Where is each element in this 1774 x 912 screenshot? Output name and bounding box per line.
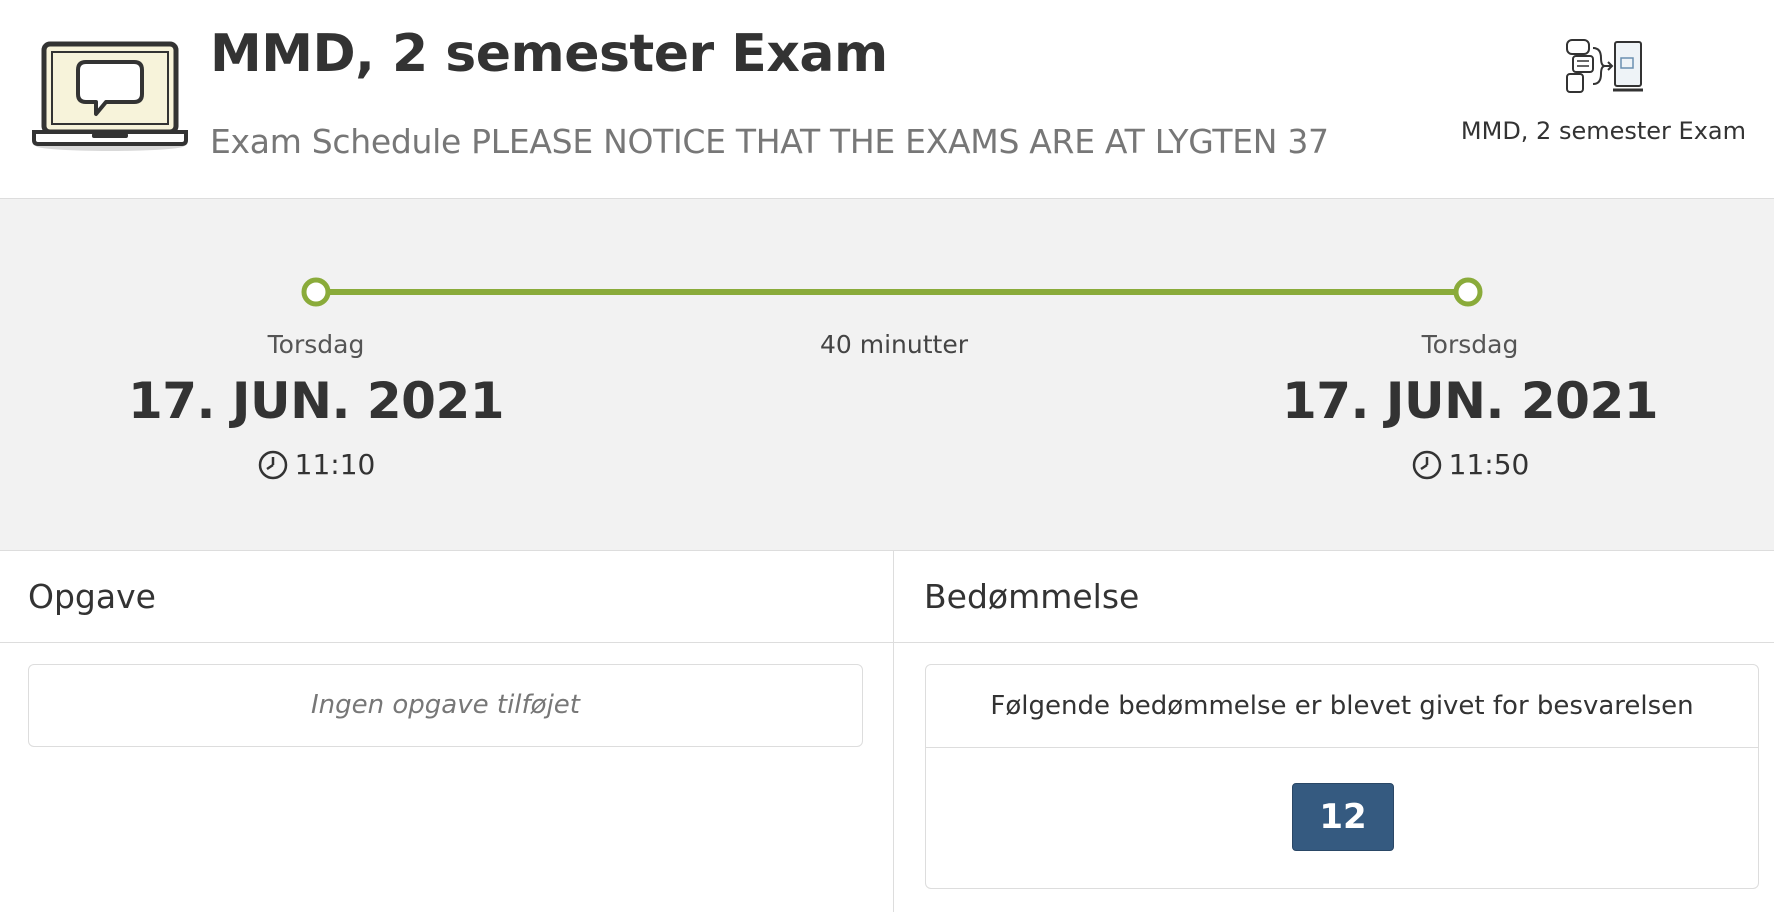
exam-header: MMD, 2 semester Exam Exam Schedule PLEAS… xyxy=(0,0,1774,199)
exam-schedule: Torsdag 17. JUN. 2021 11:10 40 minutter … xyxy=(0,199,1774,551)
start-date: 17. JUN. 2021 xyxy=(127,372,505,430)
timeline-start-marker xyxy=(301,277,331,307)
grade-info-text: Følgende bedømmelse er blevet givet for … xyxy=(926,665,1758,748)
end-time: 11:50 xyxy=(1448,448,1530,481)
clock-icon xyxy=(258,450,287,480)
laptop-chat-icon xyxy=(32,41,188,151)
grade-badge: 12 xyxy=(1292,783,1394,851)
start-time-row: 11:10 xyxy=(106,445,526,485)
grading-heading: Bedømmelse xyxy=(894,551,1774,643)
page-subtitle: Exam Schedule PLEASE NOTICE THAT THE EXA… xyxy=(210,122,1329,161)
page-title: MMD, 2 semester Exam xyxy=(210,24,888,84)
end-date: 17. JUN. 2021 xyxy=(1281,372,1659,430)
exam-duration: 40 minutter xyxy=(819,330,968,359)
start-weekday: Torsdag xyxy=(267,330,365,359)
start-time: 11:10 xyxy=(294,448,376,481)
exam-end: Torsdag 17. JUN. 2021 11:50 xyxy=(1260,327,1680,485)
clock-icon xyxy=(1412,450,1441,480)
flow-documents-icon xyxy=(1566,39,1643,93)
timeline-end-marker xyxy=(1453,277,1483,307)
assignment-empty-message: Ingen opgave tilføjet xyxy=(28,664,863,747)
end-weekday: Torsdag xyxy=(1421,330,1519,359)
exam-start: Torsdag 17. JUN. 2021 11:10 xyxy=(106,327,526,485)
end-time-row: 11:50 xyxy=(1260,445,1680,485)
grade-card: Følgende bedømmelse er blevet givet for … xyxy=(925,664,1759,889)
course-name: MMD, 2 semester Exam xyxy=(1460,117,1746,145)
assignment-heading: Opgave xyxy=(0,551,893,643)
exam-details: Opgave Bedømmelse Ingen opgave tilføjet … xyxy=(0,551,1774,912)
